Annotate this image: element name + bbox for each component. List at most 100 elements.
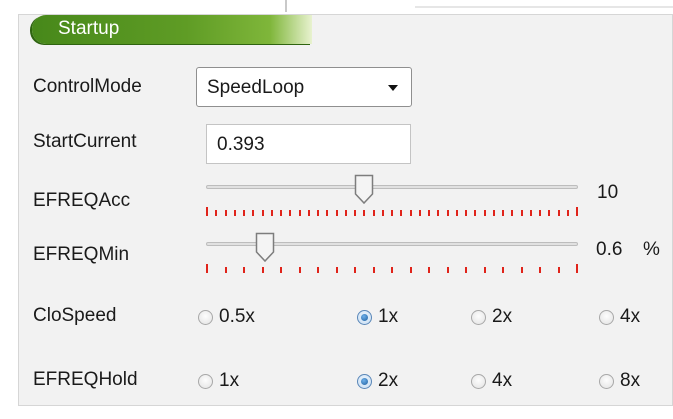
efreq-hold-label: EFREQHold bbox=[33, 369, 138, 390]
efreq-hold-radio-4x[interactable]: 4x bbox=[471, 370, 512, 392]
slider-tick bbox=[548, 210, 550, 216]
slider-tick bbox=[373, 210, 375, 216]
slider-tick bbox=[262, 267, 264, 273]
slider-tick bbox=[465, 210, 467, 216]
radio-button-icon[interactable] bbox=[198, 373, 213, 389]
radio-button-icon[interactable] bbox=[357, 309, 372, 325]
clo-speed-radio-0_5x[interactable]: 0.5x bbox=[198, 306, 255, 328]
slider-tick bbox=[521, 267, 523, 273]
efreq-min-unit: % bbox=[643, 239, 660, 260]
slider-tick bbox=[447, 267, 449, 273]
start-current-label: StartCurrent bbox=[33, 131, 137, 152]
slider-tick bbox=[206, 207, 208, 216]
slider-tick bbox=[539, 267, 541, 273]
control-mode-label: ControlMode bbox=[33, 76, 142, 97]
slider-tick bbox=[206, 264, 208, 273]
slider-tick bbox=[280, 267, 282, 273]
slider-tick bbox=[474, 210, 476, 216]
efreq-min-slider-thumb[interactable] bbox=[255, 232, 275, 263]
slider-tick bbox=[317, 210, 319, 216]
slider-tick bbox=[326, 210, 328, 216]
slider-tick bbox=[234, 210, 236, 216]
radio-button-icon[interactable] bbox=[471, 373, 486, 389]
efreq-acc-track[interactable] bbox=[206, 185, 578, 189]
radio-label: 2x bbox=[378, 370, 399, 391]
radio-button-icon[interactable] bbox=[357, 373, 372, 389]
slider-tick bbox=[400, 210, 402, 216]
radio-button-icon[interactable] bbox=[599, 373, 614, 389]
slider-tick bbox=[428, 210, 430, 216]
slider-tick bbox=[299, 267, 301, 273]
slider-tick bbox=[373, 267, 375, 273]
slider-tick bbox=[289, 210, 291, 216]
efreq-min-label: EFREQMin bbox=[33, 244, 130, 265]
radio-button-icon[interactable] bbox=[471, 309, 486, 325]
window-divider bbox=[285, 0, 287, 12]
slider-tick bbox=[576, 207, 578, 216]
slider-tick bbox=[447, 210, 449, 216]
slider-tick bbox=[437, 210, 439, 216]
slider-tick bbox=[382, 210, 384, 216]
slider-tick bbox=[576, 264, 578, 273]
slider-tick bbox=[308, 210, 310, 216]
efreq-hold-radio-8x[interactable]: 8x bbox=[599, 370, 640, 392]
slider-tick bbox=[410, 267, 412, 273]
slider-tick bbox=[262, 210, 264, 216]
efreq-min-value: 0.6 bbox=[596, 239, 623, 260]
slider-tick bbox=[419, 210, 421, 216]
efreq-hold-radio-1x[interactable]: 1x bbox=[198, 370, 239, 392]
slider-tick bbox=[299, 210, 301, 216]
radio-label: 1x bbox=[219, 370, 240, 391]
slider-tick bbox=[493, 210, 495, 216]
slider-tick bbox=[521, 210, 523, 216]
clo-speed-radio-4x[interactable]: 4x bbox=[599, 306, 640, 328]
slider-tick bbox=[391, 210, 393, 216]
radio-label: 2x bbox=[492, 306, 513, 327]
radio-label: 4x bbox=[492, 370, 513, 391]
slider-tick bbox=[363, 210, 365, 216]
radio-button-icon[interactable] bbox=[599, 309, 614, 325]
window-divider-top bbox=[415, 6, 673, 8]
start-current-input[interactable]: 0.393 bbox=[206, 124, 411, 164]
slider-tick bbox=[317, 267, 319, 273]
slider-tick bbox=[456, 210, 458, 216]
slider-tick bbox=[215, 210, 217, 216]
slider-tick bbox=[336, 210, 338, 216]
slider-tick bbox=[567, 210, 569, 216]
radio-label: 8x bbox=[620, 370, 641, 391]
slider-tick bbox=[336, 267, 338, 273]
clo-speed-radio-1x[interactable]: 1x bbox=[357, 306, 398, 328]
section-title: Startup bbox=[58, 18, 120, 39]
clo-speed-label: CloSpeed bbox=[33, 305, 117, 326]
slider-tick bbox=[345, 210, 347, 216]
slider-tick bbox=[511, 210, 513, 216]
radio-button-icon[interactable] bbox=[198, 309, 213, 325]
efreq-acc-ticks bbox=[206, 207, 578, 218]
slider-tick bbox=[428, 267, 430, 273]
efreq-acc-slider-thumb[interactable] bbox=[354, 174, 374, 205]
slider-tick bbox=[354, 267, 356, 273]
control-mode-select[interactable]: SpeedLoop bbox=[196, 67, 412, 107]
radio-label: 0.5x bbox=[219, 306, 255, 327]
clo-speed-radio-2x[interactable]: 2x bbox=[471, 306, 512, 328]
slider-tick bbox=[502, 267, 504, 273]
slider-tick bbox=[530, 210, 532, 216]
slider-tick bbox=[410, 210, 412, 216]
efreq-hold-radio-2x[interactable]: 2x bbox=[357, 370, 398, 392]
efreq-acc-value: 10 bbox=[597, 182, 619, 203]
radio-label: 1x bbox=[378, 306, 399, 327]
slider-tick bbox=[391, 267, 393, 273]
start-current-value: 0.393 bbox=[217, 134, 265, 155]
radio-label: 4x bbox=[620, 306, 641, 327]
slider-tick bbox=[271, 210, 273, 216]
slider-tick bbox=[502, 210, 504, 216]
chevron-down-icon bbox=[388, 85, 398, 91]
slider-tick bbox=[354, 210, 356, 216]
slider-tick bbox=[484, 267, 486, 273]
control-mode-value: SpeedLoop bbox=[207, 77, 305, 98]
slider-tick bbox=[243, 210, 245, 216]
slider-tick bbox=[280, 210, 282, 216]
slider-tick bbox=[558, 267, 560, 273]
efreq-acc-label: EFREQAcc bbox=[33, 190, 131, 211]
efreq-min-ticks bbox=[206, 264, 578, 275]
